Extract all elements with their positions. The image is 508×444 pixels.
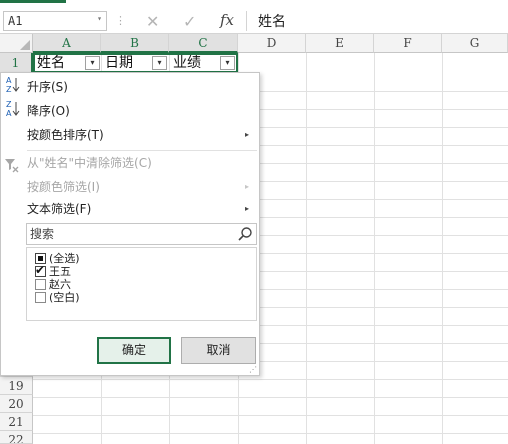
formula-bar-divider bbox=[246, 11, 247, 31]
insert-function-icon[interactable]: fx bbox=[220, 11, 234, 29]
svg-text:Z: Z bbox=[6, 85, 12, 93]
checkbox-checked-icon[interactable] bbox=[35, 264, 46, 277]
submenu-arrow-icon: ▸ bbox=[244, 130, 249, 139]
menu-filter-by-color[interactable]: 按颜色筛选(I) ▸ bbox=[1, 175, 259, 199]
submenu-arrow-icon: ▸ bbox=[244, 204, 249, 213]
name-box-value: A1 bbox=[8, 14, 23, 28]
menu-clear-filter[interactable]: 从"姓名"中清除筛选(C) bbox=[1, 151, 259, 175]
formula-input[interactable]: 姓名 bbox=[258, 11, 286, 31]
menu-sort-by-color[interactable]: 按颜色排序(T) ▸ bbox=[1, 123, 259, 147]
row-header-21[interactable]: 21 bbox=[0, 413, 33, 431]
filter-value-list[interactable]: (全选) 王五 赵六 (空白) bbox=[26, 247, 257, 321]
column-header-g[interactable]: G bbox=[442, 34, 508, 53]
menu-label: 按颜色筛选(I) bbox=[27, 180, 100, 194]
menu-sort-ascending[interactable]: A Z 升序(S) bbox=[1, 75, 259, 99]
menu-label: 降序(O) bbox=[27, 104, 70, 118]
formula-bar: A1 ▾ ⋮ ✕ ✓ fx 姓名 bbox=[0, 8, 508, 34]
filter-item-label: (全选) bbox=[49, 252, 80, 265]
filter-search-input[interactable] bbox=[28, 225, 228, 243]
confirm-entry-icon[interactable]: ✓ bbox=[183, 12, 196, 31]
column-header-f[interactable]: F bbox=[374, 34, 442, 53]
row-gridline bbox=[33, 379, 508, 380]
column-gridline bbox=[374, 53, 375, 444]
sort-ascending-icon: A Z bbox=[6, 75, 22, 102]
name-box-dropdown-icon[interactable]: ▾ bbox=[97, 14, 102, 23]
ribbon-strip bbox=[0, 0, 508, 8]
column-gridline bbox=[306, 53, 307, 444]
cell-c1[interactable]: 业绩 bbox=[170, 54, 201, 72]
menu-label: 升序(S) bbox=[27, 80, 68, 94]
cell-b1[interactable]: 日期 bbox=[102, 54, 133, 72]
sort-descending-icon: Z A bbox=[6, 99, 22, 126]
name-box[interactable]: A1 ▾ bbox=[3, 11, 107, 31]
select-all-corner[interactable] bbox=[0, 34, 33, 53]
autofilter-menu: A Z 升序(S) Z A 降序(O) 按颜色排序(T) ▸ 从"姓名"中清除筛… bbox=[0, 72, 260, 376]
menu-text-filter[interactable]: 文本筛选(F) ▸ bbox=[1, 197, 259, 221]
clear-filter-icon bbox=[5, 157, 19, 173]
svg-text:A: A bbox=[6, 76, 12, 85]
column-header-d[interactable]: D bbox=[238, 34, 306, 53]
cell-a1[interactable]: 姓名 bbox=[34, 54, 65, 72]
filter-item-label: (空白) bbox=[49, 291, 80, 304]
resize-grip-icon[interactable]: ⋰ bbox=[249, 365, 257, 374]
ok-button[interactable]: 确定 bbox=[97, 337, 171, 364]
row-header-19[interactable]: 19 bbox=[0, 377, 33, 395]
menu-sort-descending[interactable]: Z A 降序(O) bbox=[1, 99, 259, 123]
search-icon[interactable] bbox=[237, 226, 253, 242]
menu-label: 从"姓名"中清除筛选(C) bbox=[27, 156, 152, 170]
row-header-22[interactable]: 22 bbox=[0, 431, 33, 444]
row-header-20[interactable]: 20 bbox=[0, 395, 33, 413]
menu-label: 文本筛选(F) bbox=[27, 202, 92, 216]
column-header-c[interactable]: C bbox=[169, 34, 238, 53]
svg-text:A: A bbox=[6, 109, 12, 117]
column-header-b[interactable]: B bbox=[101, 34, 169, 53]
row-gridline bbox=[33, 433, 508, 434]
cancel-button[interactable]: 取消 bbox=[181, 337, 256, 364]
column-header-e[interactable]: E bbox=[306, 34, 374, 53]
cancel-entry-icon[interactable]: ✕ bbox=[146, 12, 159, 31]
row-header-1[interactable]: 1 bbox=[0, 53, 33, 73]
column-gridline bbox=[442, 53, 443, 444]
menu-label: 按颜色排序(T) bbox=[27, 128, 104, 142]
filter-search-box[interactable] bbox=[26, 223, 257, 245]
column-header-a[interactable]: A bbox=[33, 34, 101, 53]
filter-dropdown-c-icon[interactable]: ▾ bbox=[220, 56, 235, 70]
formula-bar-separator-icon[interactable]: ⋮ bbox=[115, 14, 126, 27]
checkbox-unchecked-icon[interactable] bbox=[35, 292, 46, 303]
row-gridline bbox=[33, 415, 508, 416]
svg-text:Z: Z bbox=[6, 100, 12, 109]
filter-item-label: 赵六 bbox=[49, 278, 71, 291]
filter-dropdown-b-icon[interactable]: ▾ bbox=[152, 56, 167, 70]
filter-item-label: 王五 bbox=[49, 265, 71, 278]
submenu-arrow-icon: ▸ bbox=[244, 182, 249, 191]
ribbon-active-tab-indicator bbox=[0, 0, 66, 3]
row-gridline bbox=[33, 397, 508, 398]
checkbox-unchecked-icon[interactable] bbox=[35, 279, 46, 290]
filter-dropdown-a-icon[interactable]: ▾ bbox=[85, 56, 100, 70]
